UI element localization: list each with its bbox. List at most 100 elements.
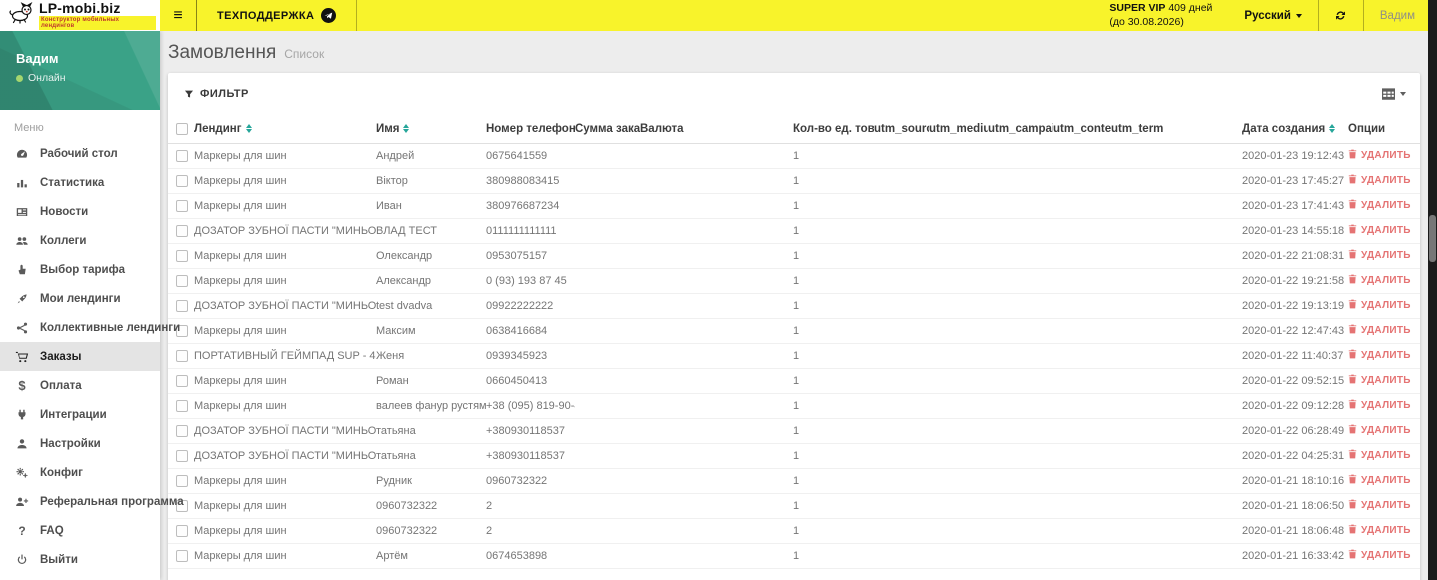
sidebar-item-payment[interactable]: $ Оплата: [0, 371, 160, 400]
support-button[interactable]: ТЕХПОДДЕРЖКА: [197, 0, 356, 31]
sidebar-item-faq[interactable]: ? FAQ: [0, 516, 160, 545]
row-checkbox[interactable]: [176, 224, 188, 237]
sidebar-item-orders[interactable]: Заказы: [0, 342, 160, 371]
row-checkbox[interactable]: [176, 149, 188, 162]
row-checkbox[interactable]: [176, 349, 188, 362]
delete-button[interactable]: УДАЛИТЬ: [1348, 524, 1411, 537]
sidebar-item-logout[interactable]: Выйти: [0, 545, 160, 574]
sidebar-item-news[interactable]: Новости: [0, 197, 160, 226]
row-checkbox[interactable]: [176, 374, 188, 387]
cell-utm_medium: [929, 418, 988, 444]
sidebar-item-tariff[interactable]: Выбор тарифа: [0, 255, 160, 284]
delete-button[interactable]: УДАЛИТЬ: [1348, 349, 1411, 362]
refresh-button[interactable]: [1319, 0, 1363, 31]
table-row: Маркеры для шин Віктор 380988083415 1 2020-0…: [168, 168, 1420, 194]
sort-icon[interactable]: [403, 123, 410, 134]
row-checkbox[interactable]: [176, 474, 188, 487]
sidebar-item-dashboard[interactable]: Рабочий стол: [0, 139, 160, 168]
delete-button[interactable]: УДАЛИТЬ: [1348, 199, 1411, 212]
sidebar-item-settings[interactable]: Настройки: [0, 429, 160, 458]
delete-button[interactable]: УДАЛИТЬ: [1348, 174, 1411, 187]
table-row: ПОРТАТИВНЫЙ ГЕЙМПАД SUP - 400 ИГР В 1Жен…: [168, 343, 1420, 369]
cell-phone: 2: [486, 518, 575, 544]
row-checkbox[interactable]: [176, 174, 188, 187]
trash-icon: [1348, 199, 1357, 212]
delete-button[interactable]: УДАЛИТЬ: [1348, 449, 1411, 462]
sidebar-item-my-landings[interactable]: Мои лендинги: [0, 284, 160, 313]
cell-name: 0960732322: [376, 493, 486, 519]
orders-card: ФИЛЬТР Лендинг Имя Номер телефона Сумма зак…: [168, 73, 1420, 580]
chevron-down-icon: [1295, 13, 1302, 18]
user-icon: [14, 437, 30, 451]
filter-button[interactable]: ФИЛЬТР: [184, 88, 249, 100]
column-header[interactable]: Лендинг: [194, 115, 376, 144]
filter-icon: [184, 90, 194, 98]
column-settings-button[interactable]: [1382, 88, 1406, 100]
cell-utm_source: [874, 443, 929, 469]
cell-utm_medium: [929, 193, 988, 219]
cell-utm_content: [1053, 518, 1111, 544]
cell-phone: 0660450413: [486, 368, 575, 394]
row-checkbox[interactable]: [176, 249, 188, 262]
delete-button[interactable]: УДАЛИТЬ: [1348, 374, 1411, 387]
cell-utm_content: [1053, 193, 1111, 219]
column-header: Сумма заказа: [575, 115, 640, 144]
cart-icon: [14, 350, 30, 364]
delete-button[interactable]: УДАЛИТЬ: [1348, 324, 1411, 337]
cell-utm_content: [1053, 143, 1111, 169]
delete-button[interactable]: УДАЛИТЬ: [1348, 274, 1411, 287]
cell-utm_term: [1111, 393, 1242, 419]
language-selector[interactable]: Русский: [1228, 0, 1317, 31]
column-header[interactable]: Имя: [376, 115, 486, 144]
row-checkbox[interactable]: [176, 274, 188, 287]
sidebar-item-referral[interactable]: Реферальная программа: [0, 487, 184, 516]
cell-utm_term: [1111, 268, 1242, 294]
sort-icon[interactable]: [1329, 123, 1336, 134]
sidebar-item-colleagues[interactable]: Коллеги: [0, 226, 160, 255]
logo[interactable]: LP-mobi.biz Конструктор мобильных лендин…: [0, 0, 160, 31]
page-scrollbar[interactable]: [1428, 0, 1437, 580]
scrollbar-thumb[interactable]: [1429, 215, 1436, 262]
sidebar-item-integrations[interactable]: Интеграции: [0, 400, 160, 429]
row-checkbox[interactable]: [176, 299, 188, 312]
row-checkbox[interactable]: [176, 199, 188, 212]
row-checkbox[interactable]: [176, 424, 188, 437]
sidebar-item-collective-landings[interactable]: Коллективные лендинги: [0, 313, 180, 342]
rocket-icon: [14, 292, 30, 306]
sort-icon[interactable]: [245, 123, 252, 134]
delete-button[interactable]: УДАЛИТЬ: [1348, 299, 1411, 312]
delete-button[interactable]: УДАЛИТЬ: [1348, 549, 1411, 562]
topbar-username[interactable]: Вадим: [1364, 0, 1437, 31]
cogs-icon: [14, 466, 30, 480]
row-checkbox[interactable]: [176, 449, 188, 462]
cell-name: татьяна: [376, 443, 486, 469]
sidebar-item-statistics[interactable]: Статистика: [0, 168, 160, 197]
delete-button[interactable]: УДАЛИТЬ: [1348, 424, 1411, 437]
row-checkbox[interactable]: [176, 549, 188, 562]
cell-utm_source: [874, 218, 929, 244]
row-checkbox[interactable]: [176, 524, 188, 537]
cell-landing: ДОЗАТОР ЗУБНОЇ ПАСТИ "МИНЬОН": [194, 418, 376, 444]
cell-order_sum: [575, 293, 640, 319]
delete-button[interactable]: УДАЛИТЬ: [1348, 399, 1411, 412]
row-checkbox[interactable]: [176, 399, 188, 412]
cell-qty: 1: [793, 318, 874, 344]
delete-button[interactable]: УДАЛИТЬ: [1348, 149, 1411, 162]
table-row: Маркеры для шин Артём 0674653898 1 2020-01-2…: [168, 543, 1420, 569]
hamburger-icon[interactable]: ≡: [160, 0, 196, 31]
cell-order_sum: [575, 518, 640, 544]
delete-button[interactable]: УДАЛИТЬ: [1348, 474, 1411, 487]
delete-button[interactable]: УДАЛИТЬ: [1348, 499, 1411, 512]
column-header[interactable]: Дата создания: [1242, 115, 1348, 144]
cell-utm_term: [1111, 293, 1242, 319]
delete-button[interactable]: УДАЛИТЬ: [1348, 224, 1411, 237]
trash-icon: [1348, 374, 1357, 387]
select-all-checkbox[interactable]: [176, 122, 188, 135]
column-header[interactable]: Номер телефона: [486, 115, 575, 144]
cell-name: Віктор: [376, 168, 486, 194]
delete-button[interactable]: УДАЛИТЬ: [1348, 249, 1411, 262]
sidebar-item-config[interactable]: Конфиг: [0, 458, 160, 487]
cell-currency: [640, 543, 793, 569]
trash-icon: [1348, 224, 1357, 237]
cell-qty: 1: [793, 143, 874, 169]
